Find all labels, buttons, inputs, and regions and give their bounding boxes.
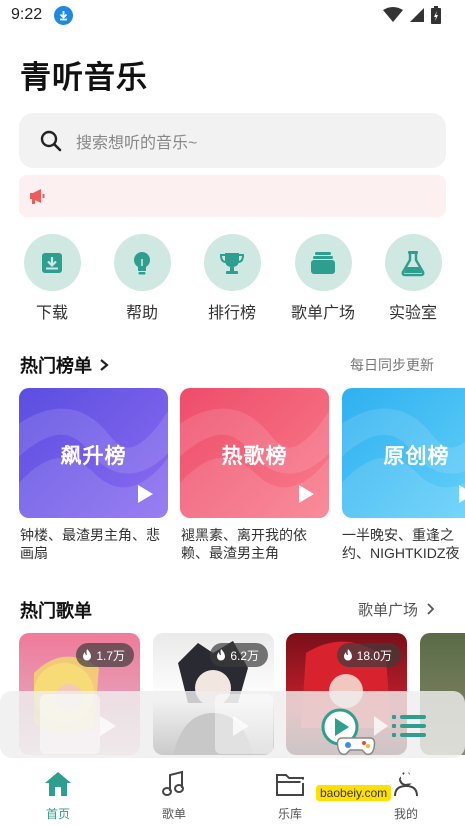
play-icon (138, 485, 153, 503)
chart-card-hot[interactable]: 热歌榜 (180, 388, 329, 518)
quick-label: 帮助 (125, 305, 158, 322)
quick-download[interactable]: 下载 (19, 234, 85, 323)
quick-lab[interactable]: 实验室 (380, 234, 446, 323)
music-note-icon (162, 770, 184, 796)
play-count-badge: 1.7万 (76, 643, 134, 667)
section-title: 热门榜单 (20, 356, 92, 376)
play-count-badge: 6.2万 (210, 643, 268, 667)
quick-label: 实验室 (388, 305, 437, 322)
tab-home[interactable]: 首页 (28, 770, 88, 822)
home-icon (45, 772, 71, 796)
quick-label: 排行榜 (207, 305, 256, 322)
announcement-bar[interactable] (19, 175, 446, 217)
signal-icon (410, 8, 424, 22)
watermark-url: baobeiy.com (316, 785, 392, 801)
flask-icon (384, 234, 442, 291)
trophy-icon (203, 234, 261, 291)
link-label: 歌单广场 (358, 602, 419, 619)
chart-card-desc: 钟楼、最渣男主角、悲画扇 (20, 527, 160, 561)
hot-charts-header[interactable]: 热门榜单 (20, 352, 109, 378)
wifi-icon (383, 7, 403, 22)
tab-label: 歌单 (161, 807, 186, 821)
app-title: 青听音乐 (20, 60, 148, 95)
watermark-text: 宝贝游戏网 (299, 761, 416, 787)
quick-ranking[interactable]: 排行榜 (199, 234, 265, 323)
status-icons (383, 6, 441, 24)
chart-card-rising[interactable]: 飙升榜 (19, 388, 168, 518)
play-icon (459, 485, 465, 503)
status-time: 9:22 (11, 6, 43, 23)
playlist-square-link[interactable]: 歌单广场 (358, 599, 435, 620)
play-count: 1.7万 (96, 648, 125, 663)
search-bar[interactable]: 搜索想听的音乐~ (19, 113, 446, 168)
battery-icon (431, 6, 441, 24)
chart-card-desc: 褪黑素、离开我的依赖、最渣男主角 (181, 527, 307, 561)
play-count-badge: 18.0万 (336, 643, 401, 667)
chevron-right-icon (100, 359, 109, 371)
flame-icon (343, 649, 352, 661)
playlist-queue-icon[interactable] (392, 713, 426, 739)
play-count: 18.0万 (356, 648, 392, 663)
chart-card-desc: 一半晚安、重逢之约、NIGHTKIDZ夜 (342, 527, 460, 561)
section-subtitle: 每日同步更新 (350, 357, 434, 373)
play-icon (299, 485, 314, 503)
tab-playlists[interactable]: 歌单 (144, 770, 204, 822)
download-notification-icon (54, 6, 73, 25)
flame-icon (83, 649, 92, 661)
quick-label: 下载 (35, 305, 68, 322)
search-icon (40, 130, 62, 151)
section-title: 热门歌单 (20, 601, 92, 621)
gamepad-icon (336, 737, 376, 756)
status-bar: 9:22 (0, 0, 465, 32)
quick-playlist-square[interactable]: 歌单广场 (290, 234, 356, 323)
tab-label: 首页 (45, 807, 70, 821)
chart-card-title: 热歌榜 (221, 445, 288, 468)
flame-icon (217, 649, 226, 661)
megaphone-icon (30, 189, 45, 204)
chart-card-title: 原创榜 (383, 445, 450, 468)
quick-label: 歌单广场 (290, 305, 355, 322)
chart-card-title: 飙升榜 (60, 445, 127, 468)
chart-card-original[interactable]: 原创榜 (342, 388, 465, 518)
site-watermark: 宝贝游戏网 baobeiy.com (286, 737, 446, 808)
search-placeholder: 搜索想听的音乐~ (76, 134, 198, 152)
album-stack-icon (294, 234, 352, 291)
quick-help[interactable]: 帮助 (109, 234, 175, 323)
lightbulb-icon (113, 234, 171, 291)
play-count: 6.2万 (230, 648, 259, 663)
chevron-right-icon (427, 603, 435, 615)
download-icon (23, 234, 81, 291)
